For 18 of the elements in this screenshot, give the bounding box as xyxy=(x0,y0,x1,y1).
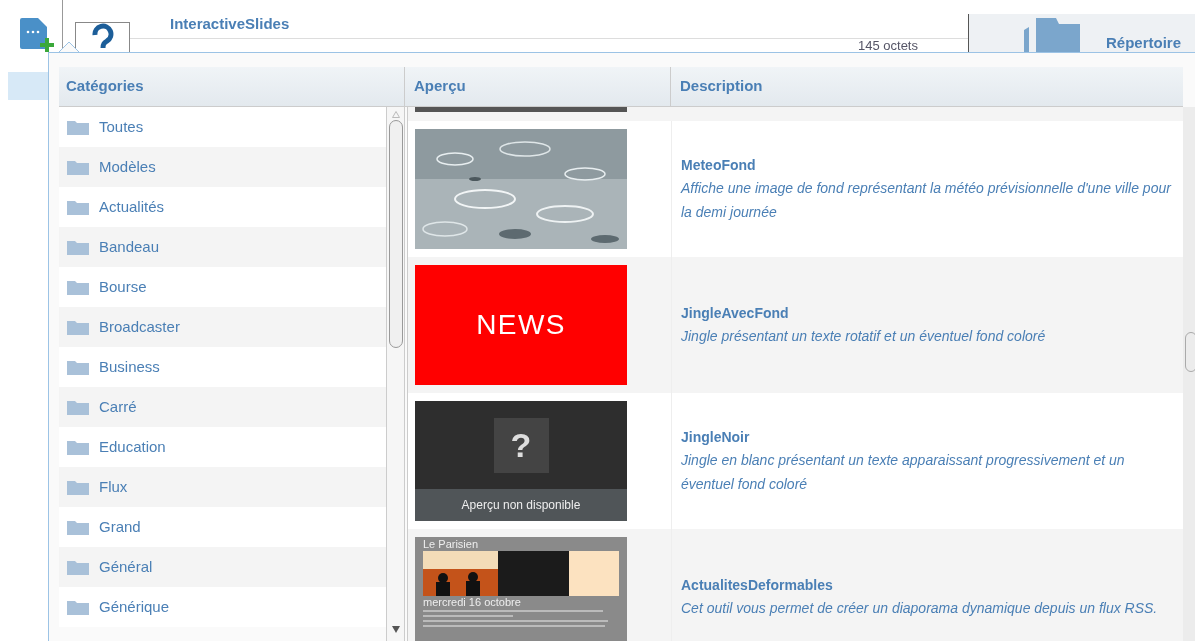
app-title: InteractiveSlides xyxy=(170,14,291,34)
template-name: JingleNoir xyxy=(681,427,751,447)
template-name: MeteoFond xyxy=(681,155,757,175)
column-header: Aperçu xyxy=(405,67,671,106)
template-name: JingleAvecFond xyxy=(681,303,790,323)
template-description: Cet outil vous permet de créer un diaporama dynamique depuis un flux RSS. xyxy=(681,598,1159,618)
template-description: Jingle en blanc présentant un texte apparaissant progressivement et un éventuel fond coloré xyxy=(681,450,1126,494)
question-mark: ? xyxy=(493,417,549,473)
template-description: Affiche une image de fond représentant la météo prévisionnelle d'une ville pour la demi journée xyxy=(681,178,1171,222)
thumbnail-date: mercredi 16 octobre xyxy=(423,597,522,608)
thumbnail-caption: Aperçu non disponible xyxy=(461,497,581,514)
column-header: Description xyxy=(679,76,764,97)
thumbnail-title: NEWS xyxy=(476,308,566,342)
template-name: ActualitesDeformables xyxy=(681,575,834,595)
column-header: Catégories xyxy=(59,67,404,107)
template-description: Jingle présentant un texte rotatif et un éventuel fond coloré xyxy=(681,326,1047,346)
file-size: 145 octets xyxy=(858,38,918,53)
thumbnail-heading: Le Parisien xyxy=(423,539,480,550)
